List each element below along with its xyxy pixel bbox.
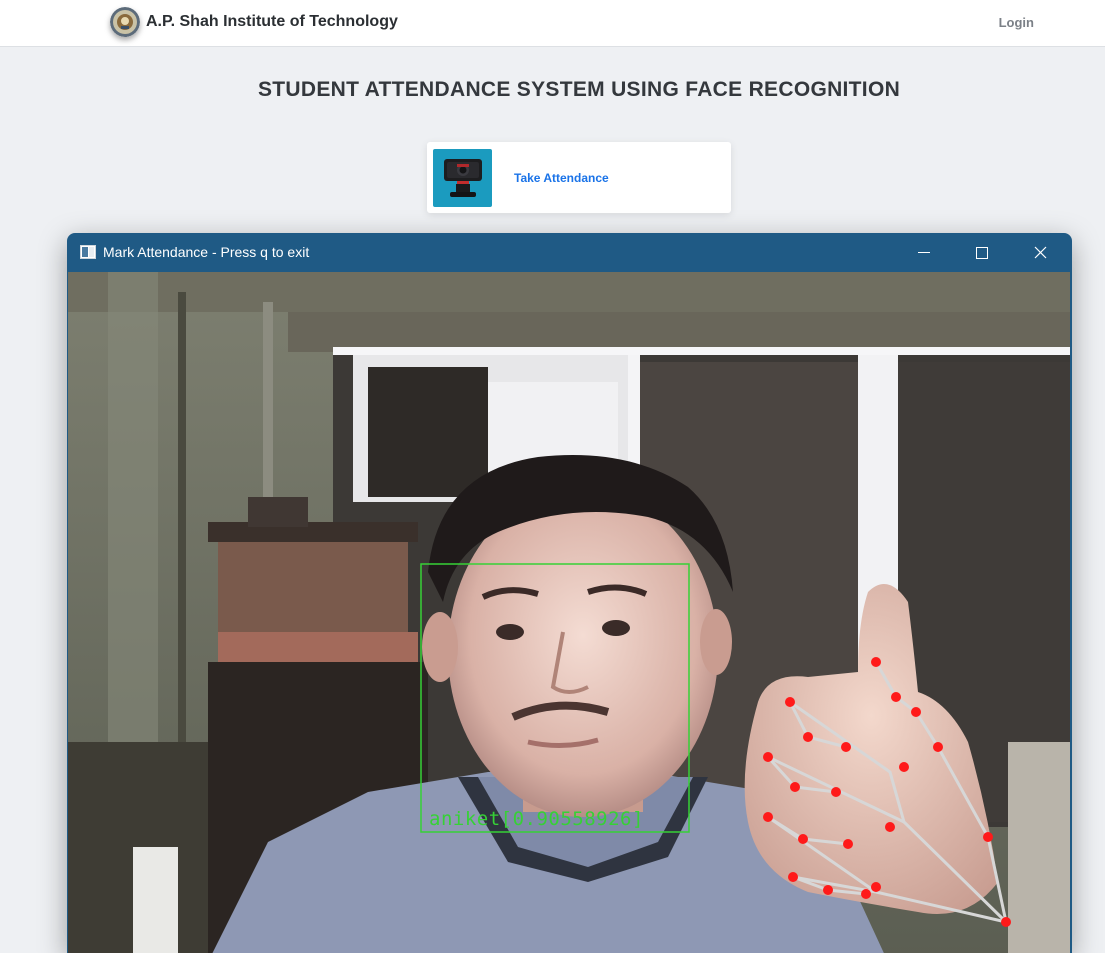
face-detection-label: aniket[0.90558926] [429,808,644,830]
window-title: Mark Attendance - Press q to exit [103,244,310,260]
app-window-icon [80,245,96,259]
page-title: STUDENT ATTENDANCE SYSTEM USING FACE REC… [257,78,901,101]
camera-feed [68,272,1070,953]
maximize-icon [976,247,988,259]
minimize-button[interactable] [895,233,953,272]
minimize-icon [918,252,930,253]
close-icon [1034,246,1047,259]
take-attendance-card[interactable]: Take Attendance [427,142,731,213]
brand-link[interactable]: A.P. Shah Institute of Technology [110,7,398,37]
close-button[interactable] [1011,233,1069,272]
take-attendance-label[interactable]: Take Attendance [514,171,609,185]
institute-logo-icon [110,7,140,37]
top-navbar: A.P. Shah Institute of Technology Login [0,0,1105,47]
maximize-button[interactable] [953,233,1011,272]
mark-attendance-window: Mark Attendance - Press q to exit aniket… [67,233,1072,953]
webcam-icon [433,149,492,207]
window-titlebar[interactable]: Mark Attendance - Press q to exit [67,233,1072,272]
institute-name: A.P. Shah Institute of Technology [146,13,398,30]
login-link[interactable]: Login [999,15,1034,30]
